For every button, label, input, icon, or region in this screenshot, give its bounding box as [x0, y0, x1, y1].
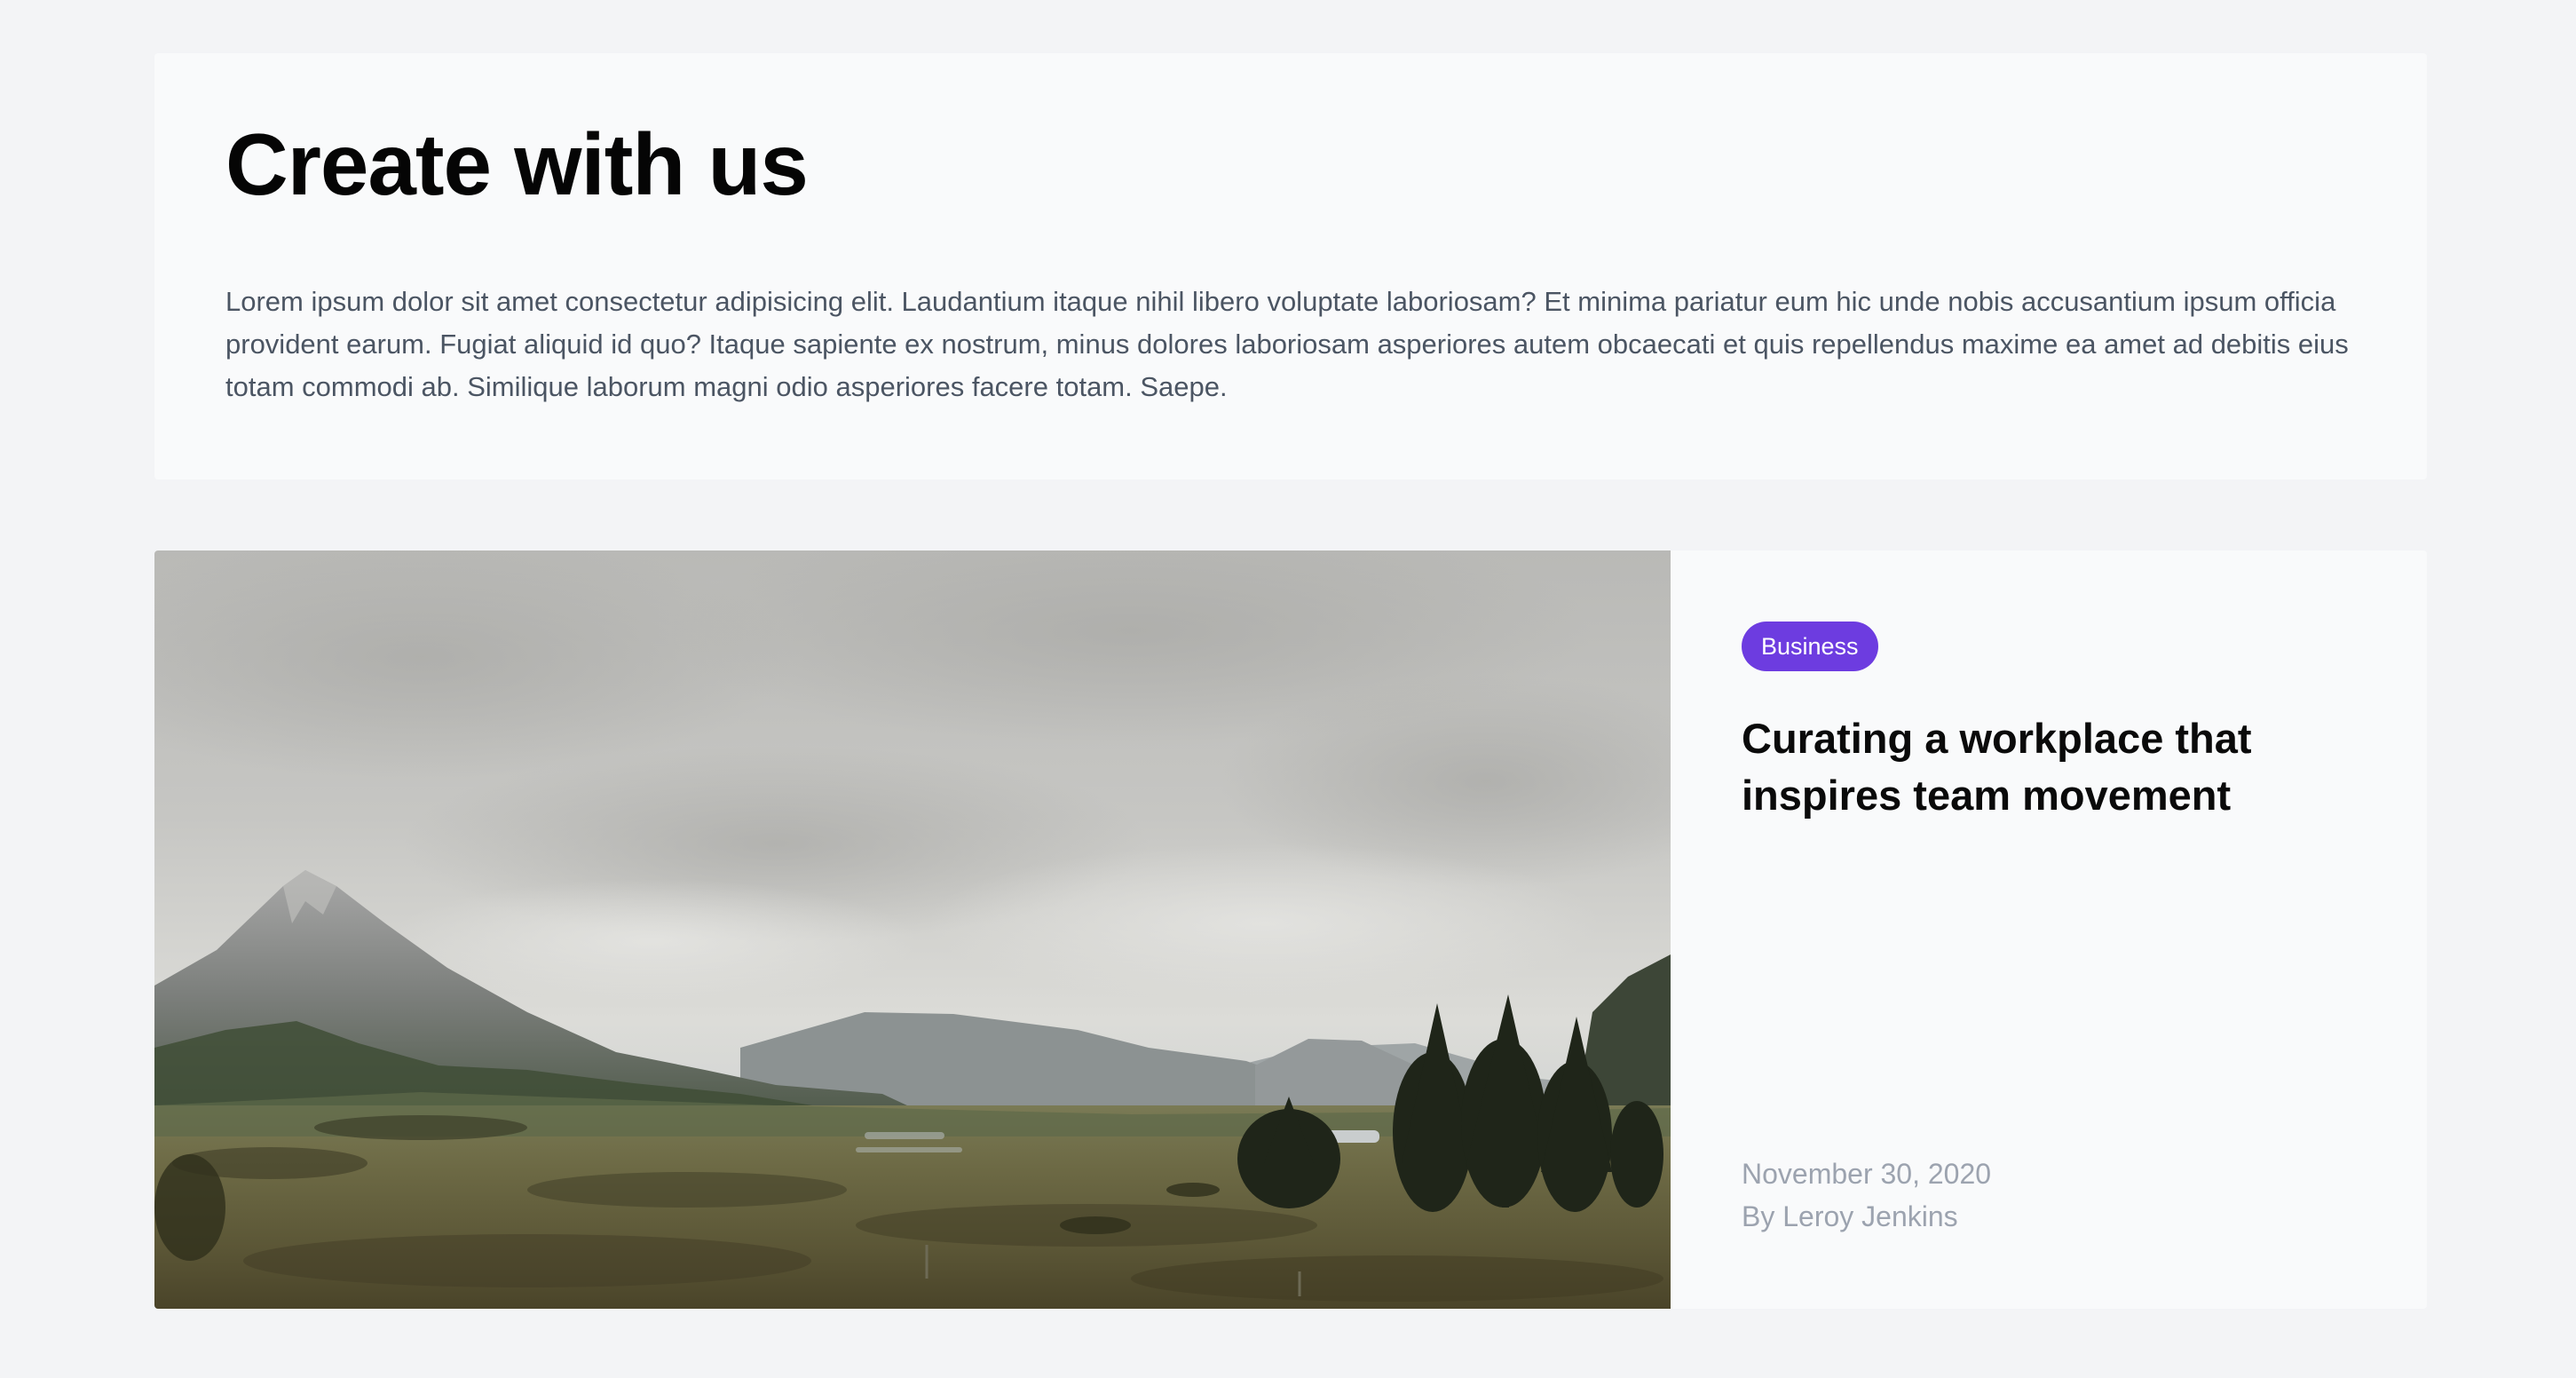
post-author: By Leroy Jenkins [1742, 1200, 1958, 1232]
featured-post-card[interactable]: Business Curating a workplace that inspi… [154, 550, 2427, 1309]
post-info: Business Curating a workplace that inspi… [1742, 622, 2363, 1238]
post-date: November 30, 2020 [1742, 1158, 1992, 1190]
intro-paragraph: Lorem ipsum dolor sit amet consectetur a… [225, 286, 2349, 402]
category-badge[interactable]: Business [1742, 622, 1878, 671]
post-meta: November 30, 2020 By Leroy Jenkins [1742, 1152, 1991, 1238]
post-image[interactable] [154, 550, 1671, 1309]
intro-section: Create with us Lorem ipsum dolor sit ame… [154, 53, 2427, 479]
post-title[interactable]: Curating a workplace that inspires team … [1742, 710, 2363, 824]
page-title: Create with us [225, 115, 809, 213]
